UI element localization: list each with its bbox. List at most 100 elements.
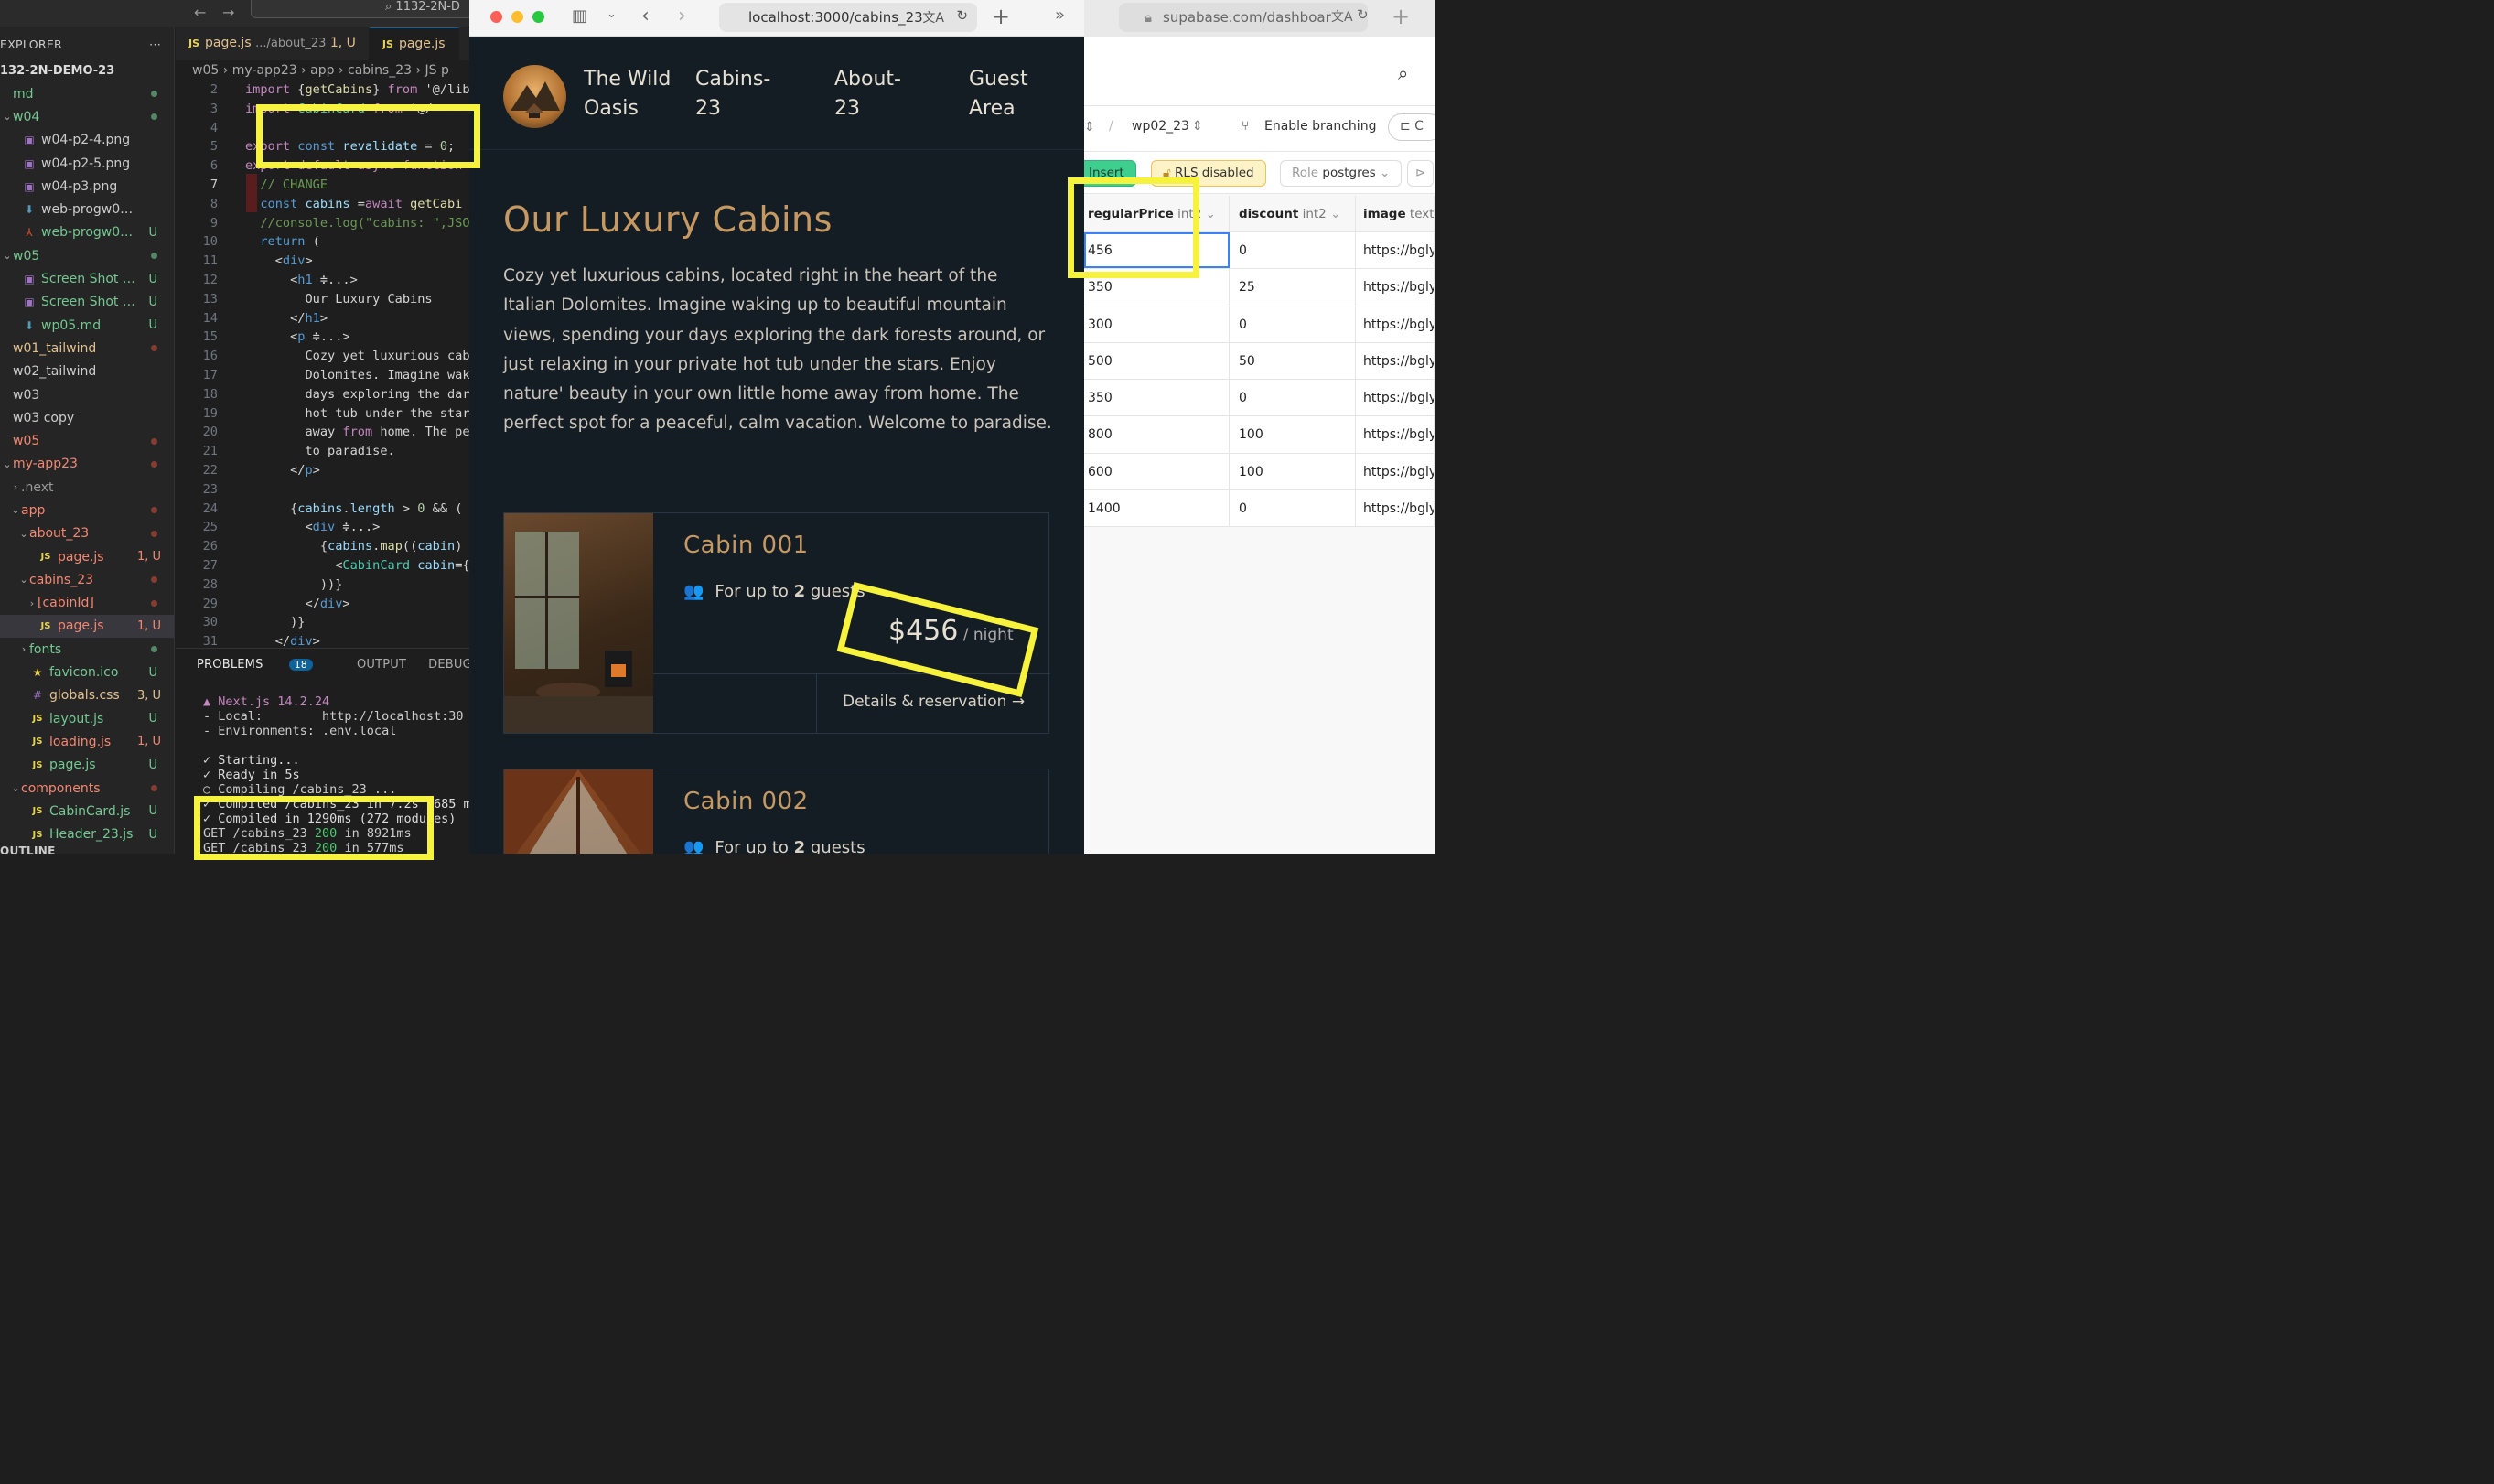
zoom-window-button[interactable]: [532, 11, 544, 23]
tab-problems[interactable]: PROBLEMS 18: [197, 658, 335, 672]
tree-item[interactable]: md: [0, 82, 174, 105]
code-line[interactable]: 13 Our Luxury Cabins: [176, 290, 469, 309]
new-tab-icon[interactable]: +: [992, 4, 1010, 29]
table-cell[interactable]: https://bgly: [1356, 306, 1435, 342]
breadcrumb[interactable]: w05 › my-app23 › app › cabins_23 › JS p: [176, 60, 469, 82]
table-cell[interactable]: 0: [1230, 306, 1356, 342]
connect-button[interactable]: ⊏ C: [1388, 113, 1435, 141]
table-cell[interactable]: https://bgly: [1356, 269, 1435, 306]
filter-icon[interactable]: ⊳: [1407, 160, 1435, 187]
tree-item[interactable]: # globals.css 3, U: [0, 684, 174, 707]
code-line[interactable]: 27 <CabinCard cabin={: [176, 556, 469, 575]
table-cell[interactable]: 800: [1084, 416, 1230, 453]
nav-guest-area[interactable]: Guest Area: [969, 65, 1060, 124]
nav-cabins[interactable]: Cabins-23: [695, 65, 787, 124]
close-window-button[interactable]: [490, 11, 502, 23]
tree-item[interactable]: ⅄ web-progw04.pdf U: [0, 221, 174, 244]
code-line[interactable]: 14 </h1>: [176, 309, 469, 328]
table-cell[interactable]: 500: [1084, 342, 1230, 380]
code-line[interactable]: 23: [176, 480, 469, 500]
code-line[interactable]: 26 {cabins.map((cabin): [176, 537, 469, 556]
tree-item[interactable]: › fonts: [0, 638, 174, 661]
enable-branching-button[interactable]: Enable branching: [1264, 119, 1376, 134]
reload-icon[interactable]: ↻: [956, 7, 968, 24]
tab-output[interactable]: OUTPUT: [357, 658, 406, 672]
workspace-root[interactable]: 132-2N-DEMO-23: [0, 60, 174, 82]
translate-icon[interactable]: 文A: [922, 8, 944, 27]
column-header[interactable]: discount int2 ⌄: [1230, 196, 1356, 231]
code-line[interactable]: 17 Dolomites. Imagine wak: [176, 366, 469, 385]
tree-item[interactable]: JS layout.js U: [0, 707, 174, 730]
tree-item[interactable]: ▣ w04-p3.png: [0, 175, 174, 198]
table-cell[interactable]: 350: [1084, 380, 1230, 416]
code-line[interactable]: 16 Cozy yet luxurious cab: [176, 347, 469, 366]
table-cell[interactable]: https://bgly: [1356, 453, 1435, 490]
code-line[interactable]: 19 hot tub under the star: [176, 404, 469, 424]
table-row[interactable]: 800 100 https://bgly: [1084, 416, 1435, 454]
tree-item[interactable]: ★ favicon.ico U: [0, 661, 174, 683]
tree-item[interactable]: w03: [0, 383, 174, 406]
new-tab-icon[interactable]: +: [1392, 4, 1410, 29]
table-cell[interactable]: https://bgly: [1356, 232, 1435, 269]
table-cell[interactable]: 100: [1230, 453, 1356, 490]
code-line[interactable]: 31 </div>: [176, 632, 469, 648]
tree-item[interactable]: ⌄ w04: [0, 105, 174, 128]
table-row[interactable]: 350 0 https://bgly: [1084, 380, 1435, 417]
expand-icon[interactable]: ⇕: [1084, 120, 1095, 134]
tree-item[interactable]: ⬇ wp05.md U: [0, 314, 174, 337]
tree-item[interactable]: ⬇ web-progw04.md: [0, 198, 174, 220]
code-line[interactable]: 21 to paradise.: [176, 442, 469, 461]
tree-item[interactable]: ▣ w04-p2-4.png: [0, 129, 174, 152]
back-arrow-icon[interactable]: ←: [194, 4, 206, 21]
tree-item[interactable]: ⌄ components: [0, 777, 174, 800]
tree-item[interactable]: ▣ w04-p2-5.png: [0, 152, 174, 175]
table-row[interactable]: 1400 0 https://bgly: [1084, 490, 1435, 528]
minimize-window-button[interactable]: [511, 11, 523, 23]
forward-icon[interactable]: ›: [678, 5, 686, 27]
code-line[interactable]: 12 <h1 ≑...>: [176, 271, 469, 290]
table-cell[interactable]: 0: [1230, 490, 1356, 527]
tree-item[interactable]: w02_tailwind: [0, 360, 174, 383]
tree-item[interactable]: › [cabinId]: [0, 592, 174, 615]
code-line[interactable]: 15 <p ≑...>: [176, 328, 469, 347]
code-line[interactable]: 20 away from home. The pe: [176, 423, 469, 442]
tree-item[interactable]: ⌄ app: [0, 499, 174, 522]
nav-about[interactable]: About-23: [834, 65, 926, 124]
tree-item[interactable]: JS page.js 1, U: [0, 614, 174, 639]
code-line[interactable]: 8 const cabins =await getCabi: [176, 195, 469, 214]
table-cell[interactable]: 50: [1230, 342, 1356, 380]
forward-arrow-icon[interactable]: →: [222, 4, 234, 21]
column-header[interactable]: image text: [1356, 196, 1435, 231]
back-icon[interactable]: ‹: [641, 5, 650, 27]
table-name[interactable]: wp02_23: [1132, 119, 1189, 134]
tree-item[interactable]: ⌄ w05: [0, 244, 174, 267]
tree-item[interactable]: ▣ Screen Shot 20... U: [0, 267, 174, 290]
code-line[interactable]: 11 <div>: [176, 252, 469, 271]
table-cell[interactable]: https://bgly: [1356, 490, 1435, 527]
tab-cabins-page[interactable]: JS page.js: [369, 27, 459, 60]
tree-item[interactable]: ▣ Screen Shot 20... U: [0, 291, 174, 314]
sidebar-toggle-icon[interactable]: ▥: [572, 6, 587, 26]
tree-item[interactable]: w03 copy: [0, 406, 174, 429]
code-line[interactable]: 25 <div ≑...>: [176, 518, 469, 537]
table-row[interactable]: 500 50 https://bgly: [1084, 342, 1435, 381]
tree-item[interactable]: JS CabinCard.js U: [0, 800, 174, 823]
tree-item[interactable]: JS Header_23.js U: [0, 823, 174, 846]
tab-overview-icon[interactable]: »: [1055, 5, 1065, 25]
wild-oasis-logo[interactable]: [503, 65, 566, 128]
table-cell[interactable]: https://bgly: [1356, 416, 1435, 453]
tree-item[interactable]: JS page.js U: [0, 754, 174, 777]
table-row[interactable]: 300 0 https://bgly: [1084, 306, 1435, 343]
tree-item[interactable]: w01_tailwind: [0, 337, 174, 360]
code-line[interactable]: 18 days exploring the dar: [176, 385, 469, 404]
details-reservation-link[interactable]: Details & reservation →: [843, 693, 1025, 711]
chevron-down-icon[interactable]: ⌄: [607, 7, 617, 21]
tree-item[interactable]: JS page.js 1, U: [0, 545, 174, 568]
outline-section[interactable]: OUTLINE: [0, 844, 56, 854]
table-cell[interactable]: https://bgly: [1356, 380, 1435, 416]
command-center-search[interactable]: ⌕ 1132-2N-D: [251, 0, 469, 18]
table-cell[interactable]: 0: [1230, 380, 1356, 416]
table-cell[interactable]: 0: [1230, 232, 1356, 269]
tree-item[interactable]: JS loading.js 1, U: [0, 730, 174, 753]
role-select[interactable]: Role postgres ⌄: [1280, 160, 1403, 187]
